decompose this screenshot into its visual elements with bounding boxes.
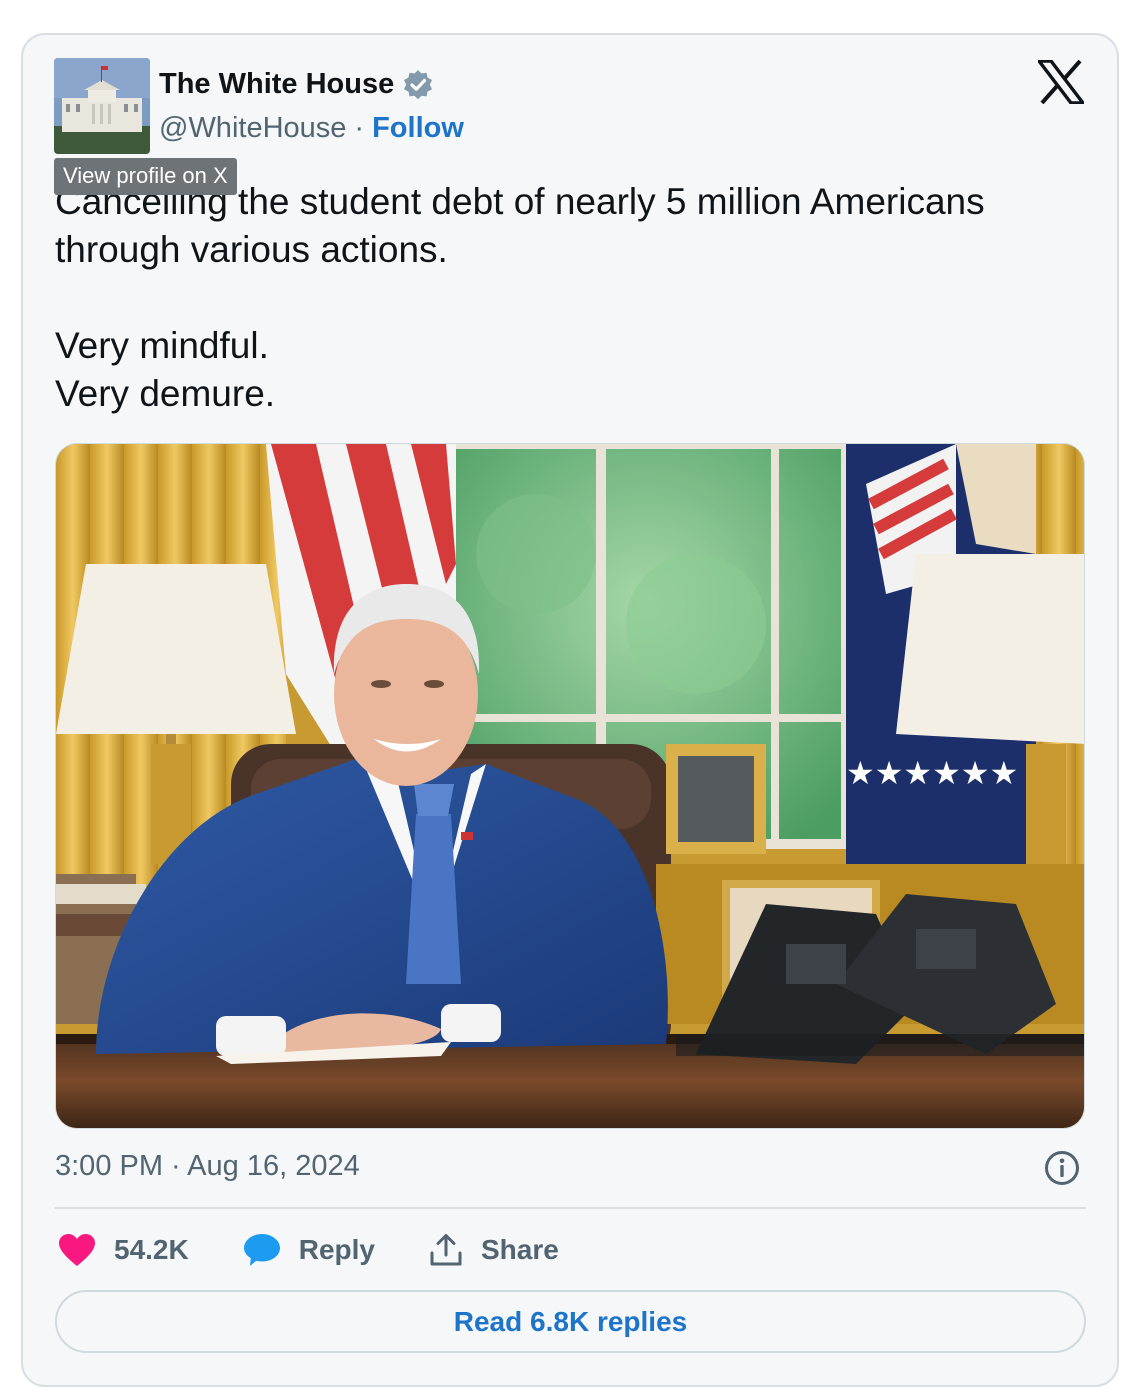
x-logo-icon[interactable] — [1035, 59, 1087, 105]
action-bar: 54.2K Reply Share — [58, 1226, 613, 1274]
tweet-body: Cancelling the student debt of nearly 5 … — [55, 181, 985, 414]
share-label: Share — [480, 1234, 559, 1265]
heart-icon — [59, 1234, 95, 1266]
author-name-row[interactable]: The White House — [159, 68, 434, 101]
tweet-timestamp[interactable]: 3:00 PM · Aug 16, 2024 — [55, 1150, 360, 1183]
share-button[interactable]: Share — [429, 1233, 559, 1267]
tweet-photo[interactable]: ★★★★★★ — [55, 443, 1085, 1129]
svg-text:★★★★★★: ★★★★★★ — [846, 754, 1018, 792]
reply-button[interactable]: Reply — [243, 1233, 375, 1267]
verified-badge-icon — [402, 69, 434, 101]
author-name[interactable]: The White House — [159, 68, 394, 101]
handle-row: @WhiteHouse · Follow — [159, 112, 464, 145]
view-profile-tooltip: View profile on X — [54, 158, 237, 195]
share-icon — [430, 1234, 462, 1266]
reply-label: Reply — [298, 1234, 375, 1265]
avatar[interactable] — [54, 58, 150, 154]
speech-bubble-icon — [243, 1234, 280, 1266]
like-button[interactable]: 54.2K — [58, 1233, 189, 1267]
author-handle[interactable]: @WhiteHouse — [159, 112, 346, 145]
separator-dot: · — [354, 112, 365, 144]
follow-button[interactable]: Follow — [372, 112, 464, 145]
like-count: 54.2K — [114, 1234, 189, 1265]
tweet-text: Cancelling the student debt of nearly 5 … — [55, 178, 1085, 418]
info-icon[interactable] — [1044, 1150, 1080, 1186]
divider — [55, 1207, 1086, 1209]
read-replies-button[interactable]: Read 6.8K replies — [55, 1290, 1086, 1353]
